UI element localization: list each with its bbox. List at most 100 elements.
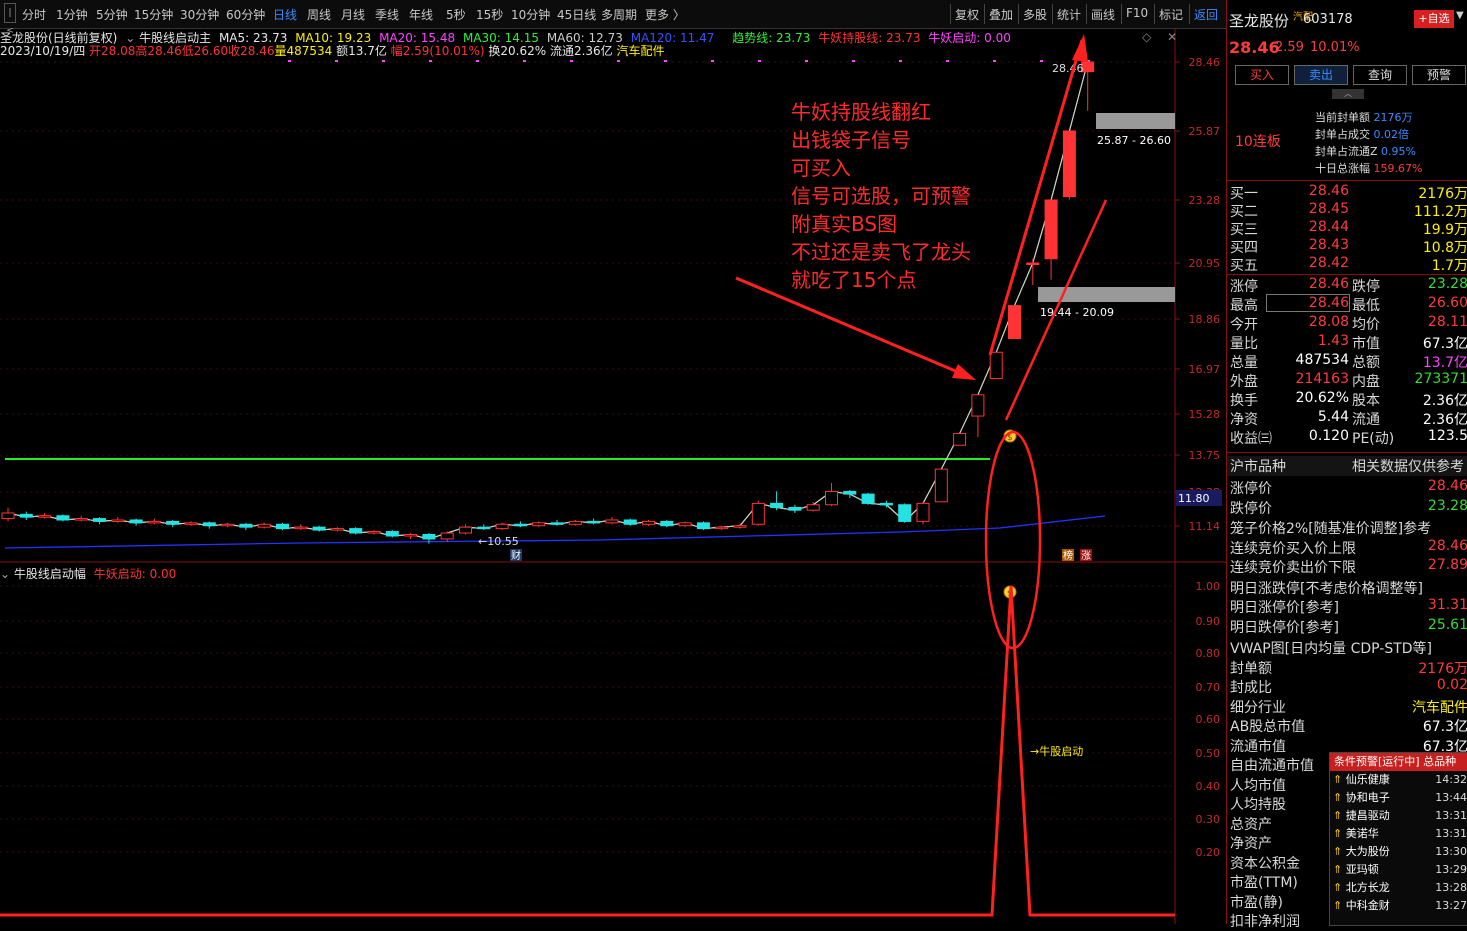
stat-key: AB股总市值 bbox=[1230, 719, 1306, 735]
price-tick-label: 20.95 bbox=[1189, 257, 1221, 270]
candle bbox=[843, 490, 857, 499]
diamond-icon[interactable]: ◇ bbox=[1142, 30, 1151, 44]
sell-button[interactable]: 卖出 bbox=[1294, 65, 1348, 85]
quote-key: 最低 bbox=[1352, 298, 1380, 314]
candle-body bbox=[440, 532, 454, 540]
alert-item[interactable]: ⇑ 北方长龙 13:28 bbox=[1330, 879, 1467, 897]
book-price: 28.43 bbox=[1308, 237, 1349, 253]
alert-item[interactable]: ⇑ 中科金财 13:27 bbox=[1330, 897, 1467, 915]
query-button[interactable]: 查询 bbox=[1353, 65, 1407, 85]
candle-body bbox=[239, 523, 253, 528]
order-book-row[interactable]: 买五 28.42 1.7万 bbox=[1227, 255, 1467, 274]
candle bbox=[605, 517, 619, 525]
alert-stock: 美诺华 bbox=[1345, 827, 1379, 840]
candle-body bbox=[19, 513, 33, 518]
sub-indicator-name[interactable]: 牛股线启动幅 bbox=[14, 567, 86, 581]
sub-tick-label: 0.50 bbox=[1196, 747, 1221, 760]
quote-key: 最高 bbox=[1230, 298, 1258, 314]
quote-value: 23.28 bbox=[1427, 276, 1467, 292]
bar-low: 低26.60 bbox=[181, 44, 229, 58]
alert-item[interactable]: ⇑ 仙乐健康 14:32 bbox=[1330, 771, 1467, 789]
price-tick-label: 25.87 bbox=[1189, 125, 1221, 138]
quote-key: 市值 bbox=[1352, 336, 1380, 352]
stat-key: 封单额 bbox=[1230, 660, 1272, 677]
candle-body bbox=[477, 526, 491, 530]
add-watchlist-button[interactable]: +自选 bbox=[1414, 10, 1454, 28]
price-tick-label: 16.97 bbox=[1189, 363, 1221, 376]
candle-body bbox=[312, 526, 326, 531]
low-price-mark: ←10.55 bbox=[478, 535, 519, 548]
candle-body bbox=[1008, 305, 1021, 339]
candle-body bbox=[825, 490, 838, 506]
stat-value: 2176万 bbox=[1418, 660, 1467, 677]
alert-title: 条件预警[运行中] 总品种 bbox=[1330, 753, 1467, 771]
arrow-head bbox=[952, 364, 976, 380]
book-level: 买五 bbox=[1230, 258, 1258, 274]
order-book-row[interactable]: 买二 28.45 111.2万 bbox=[1227, 201, 1467, 220]
candle-body bbox=[38, 515, 52, 518]
candle bbox=[111, 517, 125, 523]
stock-code: 603178 bbox=[1303, 12, 1353, 27]
alert-item[interactable]: ⇑ 亚玛顿 13:29 bbox=[1330, 861, 1467, 879]
chevron-up-icon[interactable]: ︿ bbox=[1332, 89, 1364, 99]
candle-body bbox=[1, 512, 15, 520]
seal-info-key: 十日总涨幅 bbox=[1315, 162, 1370, 175]
condition-alert-box[interactable]: 条件预警[运行中] 总品种 ⇑ 仙乐健康 14:32 ⇑ 协和电子 13:44 ⇑ 捷昌… bbox=[1329, 752, 1467, 926]
stat-key: 人均市值 bbox=[1230, 777, 1286, 794]
stat-key: 明日跌停价[参考] bbox=[1230, 619, 1339, 636]
candle-body bbox=[294, 526, 308, 530]
order-book-row[interactable]: 买四 28.43 10.8万 bbox=[1227, 237, 1467, 256]
candle-body bbox=[221, 523, 235, 527]
candle bbox=[38, 512, 52, 519]
quote-key: PE(动) bbox=[1352, 431, 1395, 447]
stat-key: VWAP图[日内均量 CDP-STD等] bbox=[1230, 641, 1433, 657]
kline-chart[interactable]: 28.46 25.87 23.28 20.95 18.86 16.97 15.28 13.75… bbox=[0, 0, 1226, 924]
quote-value: 28.08 bbox=[1308, 314, 1349, 330]
candle bbox=[202, 521, 216, 529]
marker-dot bbox=[664, 60, 667, 62]
alert-up-icon: ⇑ bbox=[1333, 809, 1343, 822]
order-book-row[interactable]: 买一 28.46 2176万 bbox=[1227, 183, 1467, 202]
price-change-pct: 10.01% bbox=[1310, 40, 1360, 55]
chevron-down-icon[interactable]: ▼ bbox=[1456, 10, 1464, 21]
quote-value: 2.36亿 bbox=[1422, 393, 1467, 409]
book-volume: 2176万 bbox=[1418, 186, 1467, 202]
buy-button[interactable]: 买入 bbox=[1235, 65, 1289, 85]
candle bbox=[806, 502, 820, 512]
price-tick-label: 13.75 bbox=[1189, 449, 1221, 462]
candle bbox=[294, 524, 308, 531]
marker-dot bbox=[570, 60, 573, 62]
alert-stock: 捷昌驱动 bbox=[1345, 809, 1390, 822]
stat-key: 流通市值 bbox=[1230, 738, 1286, 755]
seal-info-key: 封单占流通Z bbox=[1315, 145, 1378, 158]
price-change: 2.59 bbox=[1275, 40, 1304, 55]
stat-row: 细分行业 汽车配件 bbox=[1227, 697, 1467, 716]
alert-item[interactable]: ⇑ 协和电子 13:44 bbox=[1330, 789, 1467, 807]
quote-key: 均价 bbox=[1352, 317, 1380, 333]
marker-dot bbox=[476, 60, 479, 62]
quote-key: 今开 bbox=[1230, 317, 1258, 333]
candle bbox=[660, 519, 674, 528]
cai-label: 财 bbox=[511, 549, 521, 562]
seal-info-key: 封单占成交 bbox=[1315, 128, 1370, 141]
sub-chart-header: ⌄ 牛股线启动幅 牛妖启动: 0.00 bbox=[0, 565, 176, 582]
quote-value: 20.62% bbox=[1295, 390, 1349, 406]
candle-body bbox=[385, 531, 399, 537]
quote-value: 0.120 bbox=[1308, 428, 1349, 444]
alert-stock: 协和电子 bbox=[1345, 791, 1390, 804]
alert-button[interactable]: 预警 bbox=[1412, 65, 1466, 85]
alert-item[interactable]: ⇑ 捷昌驱动 13:31 bbox=[1330, 807, 1467, 825]
close-icon[interactable]: ✕ bbox=[1167, 30, 1177, 44]
alert-item[interactable]: ⇑ 大为股份 13:30 bbox=[1330, 843, 1467, 861]
chevron-down-icon[interactable]: ⌄ bbox=[0, 567, 10, 581]
candle bbox=[587, 518, 601, 525]
stat-row: 封成比 0.02 bbox=[1227, 677, 1467, 696]
order-book-row[interactable]: 买三 28.44 19.9万 bbox=[1227, 219, 1467, 238]
candle-body bbox=[806, 504, 820, 511]
bar-date: 2023/10/19/四 bbox=[0, 44, 86, 58]
quote-value: 67.3亿 bbox=[1422, 336, 1467, 352]
sub-tick-label: 0.80 bbox=[1196, 647, 1221, 660]
stat-key: 市盈(静) bbox=[1230, 894, 1283, 911]
quote-row: 量比 1.43 市值 67.3亿 bbox=[1227, 333, 1467, 352]
alert-item[interactable]: ⇑ 美诺华 13:31 bbox=[1330, 825, 1467, 843]
